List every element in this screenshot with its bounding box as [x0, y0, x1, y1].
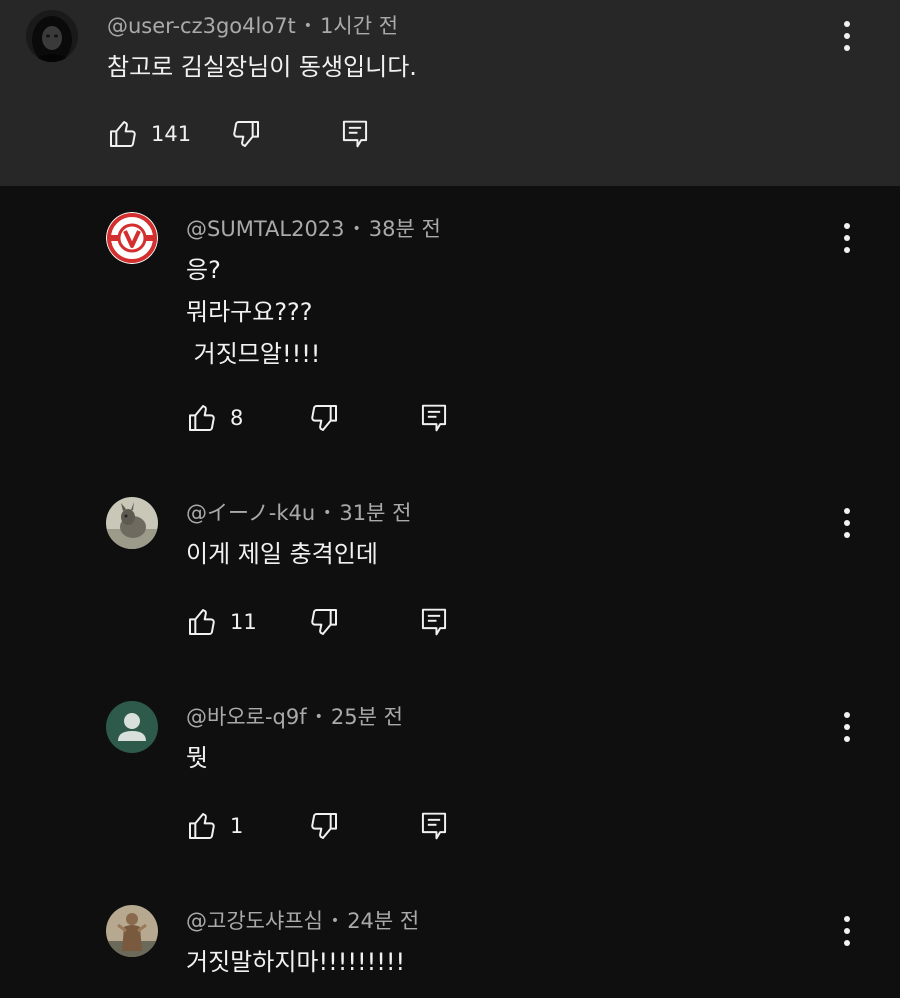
separator-dot: • [314, 709, 323, 725]
thumbs-up-icon [110, 121, 136, 147]
avatar[interactable] [26, 10, 78, 62]
author-name[interactable]: @イーノ-k4u [186, 501, 315, 525]
like-button[interactable]: 1 [186, 810, 243, 842]
reply-button[interactable] [419, 606, 449, 638]
timestamp[interactable]: 38분 전 [369, 217, 441, 241]
dislike-button[interactable] [308, 606, 340, 638]
thumbs-up-icon [189, 813, 215, 839]
more-vert-icon [844, 712, 850, 742]
like-count: 1 [230, 814, 244, 838]
comment-text: 뭣 [186, 744, 209, 772]
like-count: 141 [151, 122, 192, 146]
statue-photo-icon [106, 905, 158, 957]
reply-button[interactable] [340, 118, 370, 150]
separator-dot: • [330, 913, 340, 929]
timestamp[interactable]: 25분 전 [331, 705, 403, 729]
comment-meta: @고강도샤프심 • 24분 전 [186, 907, 419, 938]
comment-text: 거짓말하지마!!!!!!!!! [186, 948, 406, 976]
avatar[interactable] [106, 497, 158, 549]
like-count: 11 [230, 610, 257, 634]
thumbs-down-icon [311, 813, 337, 839]
comment-icon [421, 404, 447, 432]
like-count: 8 [230, 406, 244, 430]
dislike-button[interactable] [230, 118, 262, 150]
thumbs-down-icon [233, 121, 259, 147]
separator-dot: • [303, 18, 313, 34]
animal-photo-icon [106, 497, 158, 549]
author-name[interactable]: @user-cz3go4lo7t [107, 14, 296, 38]
author-name[interactable]: @바오로-q9f [186, 705, 307, 729]
reply-button[interactable] [419, 810, 449, 842]
thumbs-up-icon [189, 405, 215, 431]
like-button[interactable]: 8 [186, 402, 243, 434]
timestamp[interactable]: 31분 전 [339, 501, 411, 525]
hooded-figure-icon [26, 10, 78, 62]
red-v-logo-icon [106, 212, 158, 264]
comment-icon [342, 120, 368, 148]
timestamp[interactable]: 1시간 전 [320, 14, 398, 38]
reply-button[interactable] [419, 402, 449, 434]
more-vert-icon [844, 223, 850, 253]
dislike-button[interactable] [308, 810, 340, 842]
comment-meta: @바오로-q9f • 25분 전 [186, 703, 403, 734]
comment-meta: @user-cz3go4lo7t • 1시간 전 [107, 12, 398, 43]
like-button[interactable]: 11 [186, 606, 257, 638]
avatar[interactable] [106, 905, 158, 957]
comment-text: 참고로 김실장님이 동생입니다. [107, 53, 417, 81]
more-options-button[interactable] [835, 709, 859, 745]
more-options-button[interactable] [835, 913, 859, 949]
avatar[interactable] [106, 212, 158, 264]
comment-icon [421, 812, 447, 840]
dislike-button[interactable] [308, 402, 340, 434]
more-options-button[interactable] [835, 18, 859, 54]
like-button[interactable]: 141 [107, 118, 191, 150]
comment-icon [421, 608, 447, 636]
more-options-button[interactable] [835, 220, 859, 256]
default-person-icon [106, 701, 158, 753]
comment-meta: @イーノ-k4u • 31분 전 [186, 499, 411, 530]
timestamp[interactable]: 24분 전 [347, 909, 419, 933]
avatar[interactable] [106, 701, 158, 753]
thumbs-up-icon [189, 609, 215, 635]
comment-text: 이게 제일 충격인데 [186, 540, 378, 568]
more-vert-icon [844, 916, 850, 946]
thumbs-down-icon [311, 405, 337, 431]
thumbs-down-icon [311, 609, 337, 635]
separator-dot: • [323, 505, 332, 521]
more-vert-icon [844, 508, 850, 538]
separator-dot: • [352, 221, 361, 237]
more-options-button[interactable] [835, 505, 859, 541]
comment-text: 응? 뭐라구요??? 거짓므알!!!! [186, 256, 321, 368]
author-name[interactable]: @고강도샤프심 [186, 909, 323, 933]
more-vert-icon [844, 21, 850, 51]
comment-meta: @SUMTAL2023 • 38분 전 [186, 215, 441, 246]
author-name[interactable]: @SUMTAL2023 [186, 217, 345, 241]
